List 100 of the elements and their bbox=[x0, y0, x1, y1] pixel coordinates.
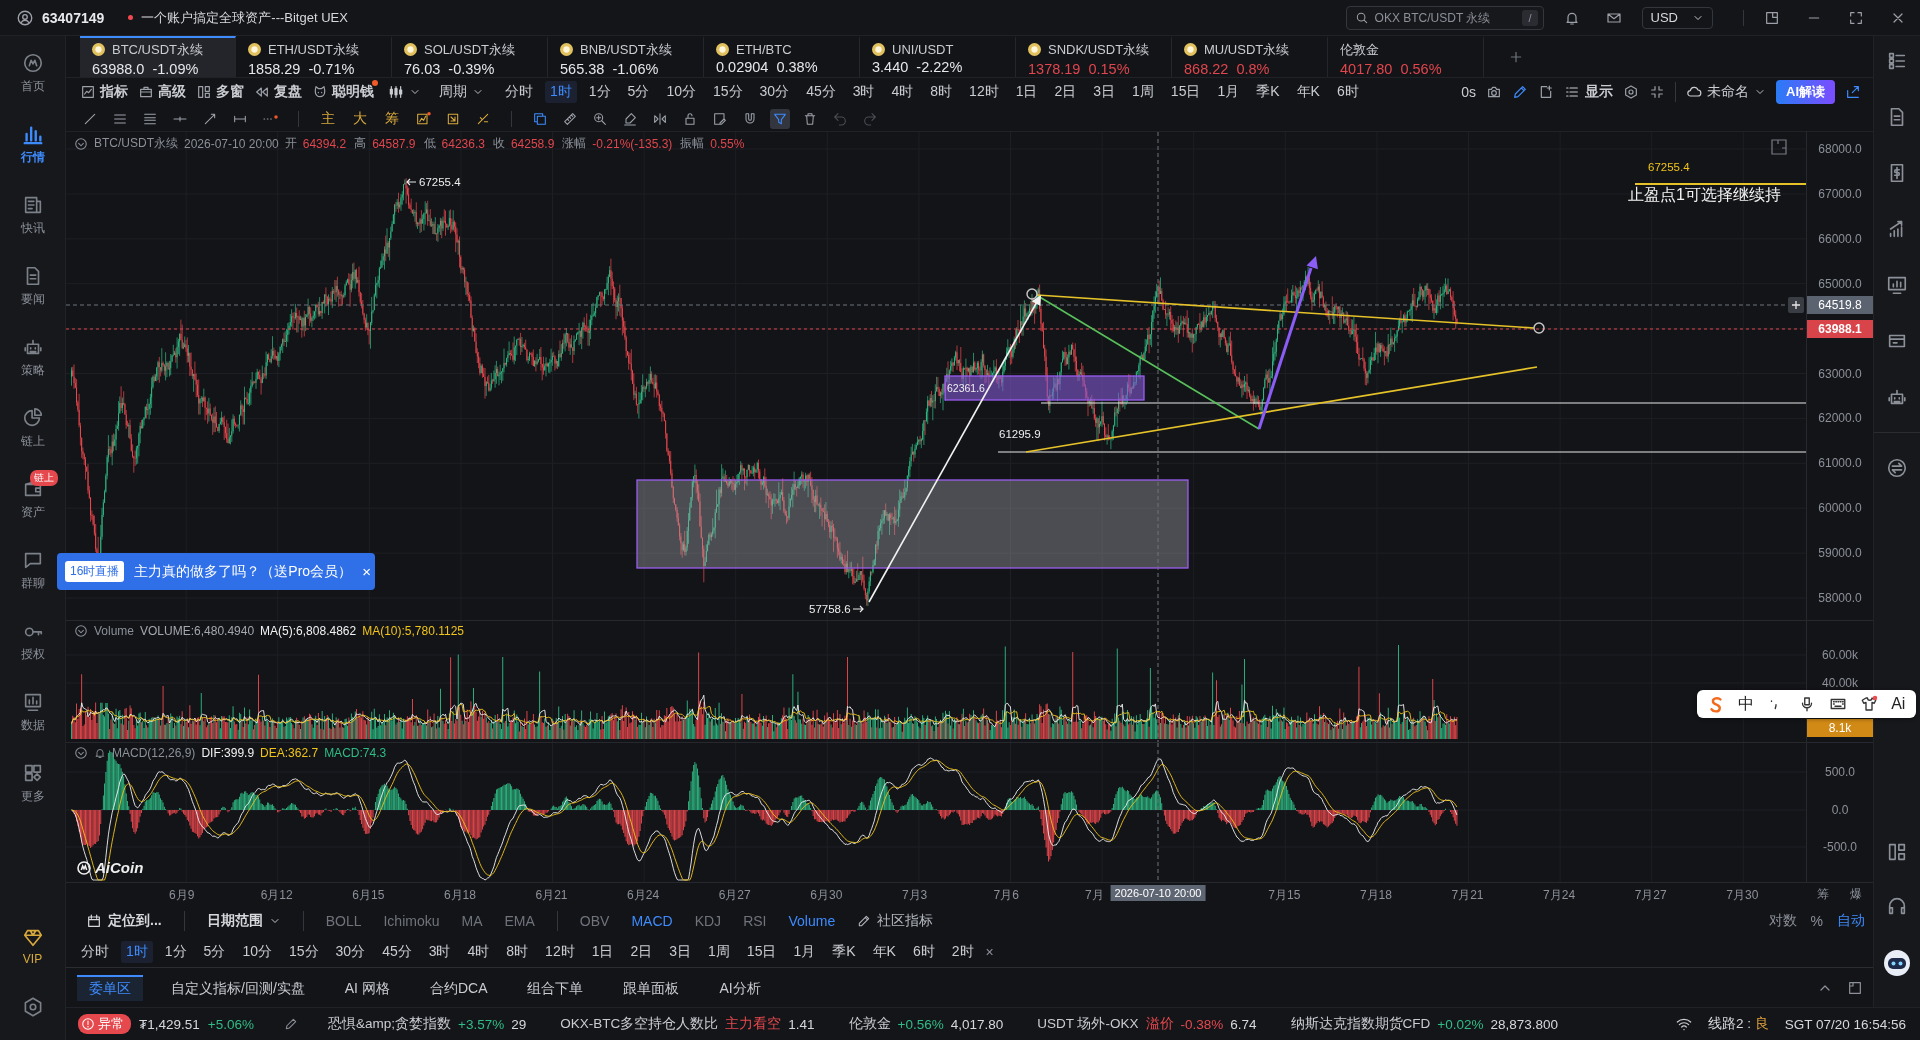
currency-dropdown[interactable]: USD bbox=[1641, 6, 1713, 29]
collapse-icon[interactable] bbox=[1649, 84, 1665, 100]
locate-button[interactable]: 定位到... bbox=[86, 912, 162, 930]
sidebar-item[interactable]: 数据 bbox=[9, 677, 56, 748]
scale-option[interactable]: 自动 bbox=[1837, 912, 1865, 930]
scale-option[interactable]: % bbox=[1810, 912, 1823, 930]
chart-type-dropdown[interactable] bbox=[388, 84, 421, 100]
period-tab[interactable]: 30分 bbox=[754, 81, 795, 103]
axis-toggle[interactable]: 爆 bbox=[1850, 886, 1863, 903]
anchor-point-icon[interactable] bbox=[1533, 322, 1545, 334]
filter-icon[interactable] bbox=[770, 108, 790, 129]
period-tab[interactable]: 1日 bbox=[1010, 81, 1043, 103]
collapse-toggle-icon[interactable] bbox=[74, 136, 88, 151]
hexagon-icon[interactable] bbox=[1623, 84, 1639, 100]
robot-avatar-icon[interactable] bbox=[1883, 949, 1911, 977]
period-tab[interactable]: 5分 bbox=[198, 940, 231, 963]
period-tab[interactable]: 1时 bbox=[545, 81, 577, 103]
sidebar-item[interactable]: 群聊 bbox=[9, 535, 56, 606]
period-tab[interactable]: 4时 bbox=[886, 81, 919, 103]
up-arrow[interactable] bbox=[868, 295, 1041, 603]
period-tab[interactable]: 季K bbox=[827, 940, 861, 963]
sidebar-item[interactable]: 行情 bbox=[9, 109, 56, 180]
period-tab[interactable]: 季K bbox=[1251, 81, 1285, 103]
period-tab[interactable]: 年K bbox=[867, 940, 901, 963]
ticker-tab[interactable]: ETH/BTC 0.02904 0.38% bbox=[704, 36, 860, 77]
panel-tab[interactable]: 自定义指标/回测/实盘 bbox=[159, 974, 317, 1001]
panel-icon[interactable] bbox=[1764, 9, 1780, 26]
period-tab[interactable]: 1分 bbox=[159, 940, 192, 963]
zone-rectangle[interactable] bbox=[944, 375, 1145, 401]
period-tab[interactable]: 10分 bbox=[661, 81, 701, 103]
sidebar-item[interactable]: 要闻 bbox=[9, 251, 56, 322]
indicator-shortcut[interactable]: 筹 bbox=[381, 109, 403, 128]
share-icon[interactable] bbox=[1845, 84, 1861, 100]
period-tab[interactable]: 3时 bbox=[847, 81, 880, 103]
market-name[interactable]: 纳斯达克指数期货CFD bbox=[1290, 1015, 1431, 1033]
user-icon[interactable] bbox=[16, 8, 34, 27]
period-tab[interactable]: 1周 bbox=[1127, 81, 1159, 103]
trend-line[interactable] bbox=[1036, 294, 1535, 329]
ticker-tab[interactable]: ETH/USDT永续 1858.29 -0.71% bbox=[236, 36, 392, 77]
monitor-chart-icon[interactable] bbox=[1886, 274, 1908, 296]
period-tab[interactable]: 分时 bbox=[76, 940, 114, 963]
panel-tab[interactable]: 组合下单 bbox=[515, 974, 596, 1001]
language-toggle[interactable]: 中 bbox=[1738, 693, 1755, 715]
scale-option[interactable]: 对数 bbox=[1768, 912, 1797, 930]
sidebar-item[interactable]: 首页 bbox=[9, 38, 56, 109]
ticker-tab[interactable]: 伦敦金 4017.80 0.56% bbox=[1328, 36, 1484, 77]
toolbar-button[interactable]: 高级 bbox=[138, 83, 190, 101]
live-stream-tooltip[interactable]: 16时直播 主力真的做多了吗？（送Pro会员） × bbox=[57, 553, 375, 590]
ticker-tab[interactable]: SOL/USDT永续 76.03 -0.39% bbox=[392, 36, 548, 77]
pencil-icon[interactable] bbox=[283, 1017, 298, 1031]
market-name[interactable]: 伦敦金 bbox=[848, 1015, 891, 1033]
panel-tab[interactable]: 委单区 bbox=[77, 974, 143, 1001]
period-tab[interactable]: 分时 bbox=[500, 81, 538, 103]
swap-icon[interactable] bbox=[1886, 457, 1908, 479]
period-tab[interactable]: 6时 bbox=[1331, 81, 1364, 103]
ticker-tab[interactable]: MU/USDT永续 868.22 0.8% bbox=[1172, 36, 1328, 77]
panel-tab[interactable]: AI 网格 bbox=[332, 974, 402, 1001]
promo-text[interactable]: 一个账户搞定全球资产---Bitget UEX bbox=[141, 8, 348, 27]
date-range-dropdown[interactable]: 日期范围 bbox=[206, 912, 281, 930]
axis-toggle[interactable]: 筹 bbox=[1816, 886, 1829, 903]
period-tab[interactable]: 5分 bbox=[622, 81, 655, 103]
ticker-tab[interactable]: SNDK/USDT永续 1378.19 0.15% bbox=[1016, 36, 1172, 77]
period-tab[interactable]: 1周 bbox=[703, 940, 735, 963]
period-tab[interactable]: 2日 bbox=[1049, 81, 1082, 103]
panel-tab[interactable]: 跟单面板 bbox=[611, 974, 692, 1001]
period-tab[interactable]: 15分 bbox=[283, 940, 324, 963]
period-tab[interactable]: 8时 bbox=[925, 81, 958, 103]
shirt-icon[interactable] bbox=[1860, 695, 1879, 713]
toolbar-button[interactable]: 指标 bbox=[80, 83, 132, 101]
sidebar-item[interactable]: 更多 bbox=[9, 748, 56, 819]
toolbar-button[interactable]: 复盘 bbox=[254, 83, 306, 101]
period-tab[interactable]: 3日 bbox=[1088, 81, 1121, 103]
period-tab[interactable]: 2时 bbox=[946, 940, 979, 963]
collapse-toggle-icon[interactable] bbox=[74, 624, 88, 638]
period-tab[interactable]: 1月 bbox=[1212, 81, 1245, 103]
sidebar-item[interactable]: 快讯 bbox=[9, 180, 56, 251]
market-name[interactable]: OKX-BTC多空持仓人数比 bbox=[560, 1015, 719, 1033]
display-button[interactable]: 显示 bbox=[1564, 83, 1613, 101]
ticker-tab[interactable]: BNB/USDT永续 565.38 -1.06% bbox=[548, 36, 704, 77]
connection-status[interactable]: 线路2 : 良 bbox=[1707, 1015, 1769, 1033]
ai-button[interactable]: AI解读 bbox=[1776, 80, 1835, 104]
add-note-icon[interactable] bbox=[1538, 84, 1554, 100]
fullscreen-icon[interactable] bbox=[1848, 9, 1864, 26]
pen-icon[interactable] bbox=[1512, 84, 1528, 100]
indicator-tab[interactable]: KDJ bbox=[694, 913, 722, 929]
period-tab[interactable]: 1月 bbox=[788, 940, 821, 963]
indicator-tab[interactable]: MA bbox=[461, 913, 483, 929]
camera-icon[interactable] bbox=[1486, 84, 1502, 100]
indicator-shortcut[interactable]: 大 bbox=[349, 109, 371, 128]
period-tab[interactable]: 1日 bbox=[586, 940, 619, 963]
close-button[interactable]: × bbox=[985, 943, 994, 960]
vip-button[interactable]: VIP bbox=[21, 927, 44, 966]
period-tab[interactable]: 12时 bbox=[964, 81, 1004, 103]
close-button[interactable]: × bbox=[362, 563, 371, 580]
layout-dropdown[interactable]: 未命名 bbox=[1686, 83, 1766, 101]
period-tab[interactable]: 1时 bbox=[121, 940, 153, 963]
list-icon[interactable] bbox=[1886, 50, 1908, 72]
indicator-tab[interactable]: MACD bbox=[631, 913, 673, 929]
trend-line[interactable] bbox=[1037, 295, 1260, 430]
ticker-tab[interactable]: BTC/USDT永续 63988.0 -1.09% bbox=[80, 36, 236, 77]
